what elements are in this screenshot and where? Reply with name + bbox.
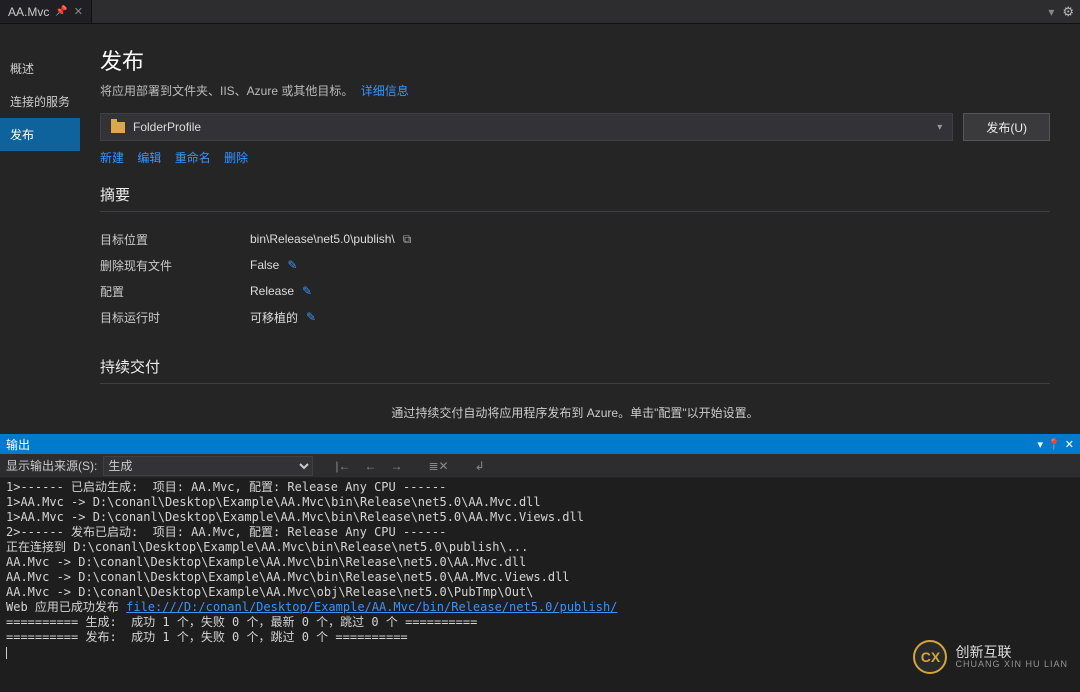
divider — [100, 383, 1050, 384]
folder-icon — [111, 122, 125, 133]
publish-sidebar: 概述 连接的服务 发布 — [0, 24, 80, 434]
profile-name: FolderProfile — [133, 120, 201, 134]
cd-title: 持续交付 — [100, 356, 1050, 377]
target-location-value: bin\Release\net5.0\publish\ — [250, 232, 395, 246]
configuration-label: 配置 — [100, 283, 250, 300]
watermark: CX 创新互联 CHUANG XIN HU LIAN — [913, 640, 1068, 674]
new-profile-link[interactable]: 新建 — [100, 151, 124, 165]
document-tabbar: AA.Mvc 📌 ✕ ▾ ⚙ — [0, 0, 1080, 24]
close-icon[interactable]: ✕ — [74, 5, 83, 18]
find-message-icon[interactable]: |← — [331, 459, 354, 473]
publish-content: 发布 将应用部署到文件夹、IIS、Azure 或其他目标。 详细信息 Folde… — [80, 24, 1080, 434]
sidebar-item-connected-services[interactable]: 连接的服务 — [0, 85, 80, 118]
tab-title: AA.Mvc — [8, 5, 49, 19]
toggle-wrap-icon[interactable]: ↲ — [471, 459, 489, 473]
target-location-label: 目标位置 — [100, 231, 250, 248]
output-panel-header[interactable]: 输出 ▾ 📍 ✕ — [0, 434, 1080, 454]
subtitle-text: 将应用部署到文件夹、IIS、Azure 或其他目标。 — [100, 84, 353, 98]
output-link[interactable]: file:///D:/conanl/Desktop/Example/AA.Mvc… — [126, 600, 617, 614]
delete-existing-label: 删除现有文件 — [100, 257, 250, 274]
output-source-select[interactable]: 生成 — [103, 456, 313, 476]
edit-icon[interactable]: ✎ — [306, 310, 316, 324]
watermark-subtext: CHUANG XIN HU LIAN — [955, 659, 1068, 669]
page-subtitle: 将应用部署到文件夹、IIS、Azure 或其他目标。 详细信息 — [100, 82, 1050, 99]
edit-profile-link[interactable]: 编辑 — [137, 151, 161, 165]
output-panel-title: 输出 — [6, 436, 30, 453]
next-message-icon[interactable]: → — [386, 459, 406, 473]
sidebar-item-label: 概述 — [10, 62, 34, 76]
cd-description: 通过持续交付自动将应用程序发布到 Azure。单击"配置"以开始设置。 — [100, 404, 1050, 421]
profile-actions: 新建 编辑 重命名 删除 — [100, 149, 1050, 166]
pin-icon[interactable]: 📌 — [55, 6, 67, 17]
copy-icon[interactable]: ⧉ — [403, 232, 412, 247]
prev-message-icon[interactable]: ← — [360, 459, 380, 473]
output-source-label: 显示输出来源(S): — [6, 457, 97, 474]
gear-icon[interactable]: ⚙ — [1062, 4, 1074, 20]
delete-existing-value: False — [250, 258, 279, 272]
publish-profile-select[interactable]: FolderProfile ▾ — [100, 113, 953, 141]
sidebar-item-overview[interactable]: 概述 — [0, 52, 80, 85]
target-runtime-label: 目标运行时 — [100, 309, 250, 326]
edit-icon[interactable]: ✎ — [287, 258, 297, 272]
dropdown-icon[interactable]: ▾ — [1038, 438, 1044, 451]
watermark-logo: CX — [913, 640, 947, 674]
edit-icon[interactable]: ✎ — [302, 284, 312, 298]
publish-panel: 概述 连接的服务 发布 发布 将应用部署到文件夹、IIS、Azure 或其他目标… — [0, 24, 1080, 434]
divider — [100, 211, 1050, 212]
details-link[interactable]: 详细信息 — [361, 84, 409, 98]
publish-button[interactable]: 发布(U) — [963, 113, 1050, 141]
page-title: 发布 — [100, 44, 1050, 76]
tab-dropdown-icon[interactable]: ▾ — [1048, 5, 1054, 19]
target-runtime-value: 可移植的 — [250, 309, 298, 326]
publish-button-label: 发布(U) — [986, 119, 1027, 136]
sidebar-item-publish[interactable]: 发布 — [0, 118, 80, 151]
sidebar-item-label: 连接的服务 — [10, 95, 70, 109]
configuration-value: Release — [250, 284, 294, 298]
clear-all-icon[interactable]: ≣✕ — [424, 459, 452, 473]
pin-icon[interactable]: 📍 — [1047, 438, 1061, 451]
tab-aa-mvc[interactable]: AA.Mvc 📌 ✕ — [0, 0, 92, 23]
chevron-down-icon: ▾ — [937, 122, 942, 133]
rename-profile-link[interactable]: 重命名 — [175, 151, 211, 165]
output-toolbar: 显示输出来源(S): 生成 |← ← → ≣✕ ↲ — [0, 454, 1080, 478]
watermark-text: 创新互联 — [955, 645, 1068, 659]
delete-profile-link[interactable]: 删除 — [224, 151, 248, 165]
summary-title: 摘要 — [100, 184, 1050, 205]
sidebar-item-label: 发布 — [10, 128, 34, 142]
close-icon[interactable]: ✕ — [1065, 438, 1074, 451]
